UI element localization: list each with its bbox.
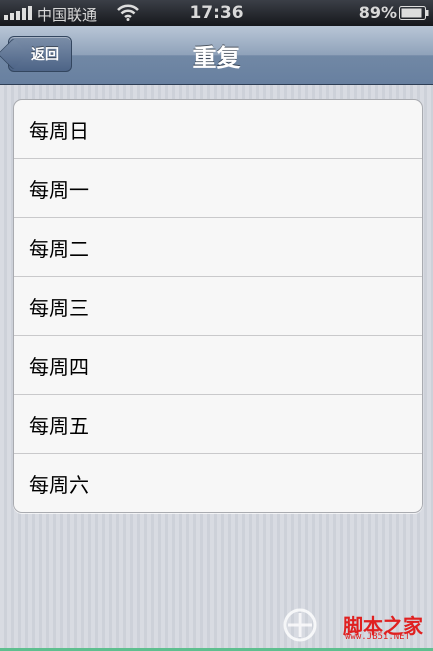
battery-percentage: 89% (358, 3, 397, 22)
list-item-label: 每周六 (29, 472, 89, 497)
list-item-label: 每周五 (29, 413, 89, 438)
list-item-tuesday[interactable]: 每周二 (14, 218, 422, 277)
list-item-monday[interactable]: 每周一 (14, 159, 422, 218)
list-item-label: 每周二 (29, 236, 89, 261)
list-item-thursday[interactable]: 每周四 (14, 336, 422, 395)
watermark-url: www.JB51.NET (345, 632, 411, 642)
list-item-label: 每周三 (29, 295, 89, 320)
list-item-wednesday[interactable]: 每周三 (14, 277, 422, 336)
watermark-logo-icon (283, 608, 317, 642)
back-button-label: 返回 (31, 47, 59, 63)
status-bar: 中国联通 17:36 89% (0, 0, 433, 26)
battery-icon (399, 6, 429, 20)
navigation-bar: 返回 重复 (0, 26, 433, 85)
back-button[interactable]: 返回 (8, 36, 72, 72)
repeat-days-list: 每周日 每周一 每周二 每周三 每周四 每周五 每周六 (13, 99, 423, 513)
list-item-saturday[interactable]: 每周六 (14, 454, 422, 512)
list-item-label: 每周日 (29, 118, 89, 143)
list-item-label: 每周一 (29, 177, 89, 202)
list-item-friday[interactable]: 每周五 (14, 395, 422, 454)
list-item-label: 每周四 (29, 354, 89, 379)
list-item-sunday[interactable]: 每周日 (14, 100, 422, 159)
